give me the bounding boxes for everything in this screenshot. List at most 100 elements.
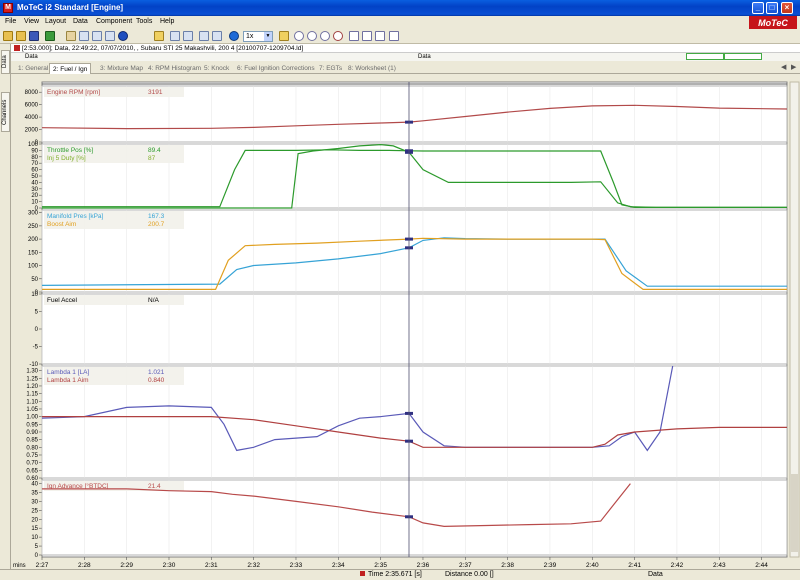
y-tick-label: 0.80	[26, 445, 38, 451]
outing-marker-2[interactable]	[724, 53, 762, 60]
step-forward-icon[interactable]	[183, 31, 193, 41]
minimize-button[interactable]: _	[752, 2, 764, 14]
range-back-icon[interactable]	[199, 31, 209, 41]
menu-view[interactable]: View	[24, 18, 39, 25]
zoom-y-icon[interactable]	[362, 31, 372, 41]
status-bar: Time 2:35.671 [s] Distance 0.00 [] Data	[0, 569, 800, 580]
zoom-out-icon[interactable]	[307, 31, 317, 41]
x-tick-label: 2:34	[332, 562, 345, 569]
panel-ign[interactable]	[41, 479, 788, 556]
close-button[interactable]: ×	[781, 2, 793, 14]
y-tick-label: 30	[31, 499, 38, 505]
y-tick-label: 80	[31, 155, 38, 161]
tab-general[interactable]: 1: General	[15, 63, 51, 74]
time-graph[interactable]: 0 2000 4000 6000 8000 Engine RPM [rpm] 3191 0 10…	[11, 74, 800, 569]
file-info-text: [2:53.000]; Data, 22:49:22, 07/07/2010, …	[22, 45, 304, 52]
tab-mixture-map[interactable]: 3: Mixture Map	[97, 63, 146, 74]
x-tick-label: 2:44	[755, 562, 768, 569]
y-tick-label: 20	[31, 517, 38, 523]
open-recent-icon[interactable]	[16, 31, 26, 41]
y-tick-label: 200	[28, 237, 39, 243]
zoom-select[interactable]: 1x ▼	[243, 31, 273, 42]
tab-knock[interactable]: 5: Knock	[201, 63, 232, 74]
workbook-icon[interactable]	[92, 31, 102, 41]
y-tick-label: 1.15	[26, 392, 38, 398]
list-icon[interactable]	[105, 31, 115, 41]
y-tick-label: 1.20	[26, 384, 38, 390]
menu-help[interactable]: Help	[160, 18, 174, 25]
y-tick-label: 60	[31, 168, 38, 174]
motec-logo: MoTeC	[749, 16, 797, 30]
zoom-select-value: 1x	[246, 33, 254, 40]
y-tick-label: 0.75	[26, 453, 38, 459]
y-tick-label: 1.10	[26, 399, 38, 405]
status-distance: Distance 0.00 []	[445, 571, 494, 578]
zoom-range-icon[interactable]	[320, 31, 330, 41]
y-tick-label: 40	[31, 482, 38, 488]
title-bar: M MoTeC i2 Standard [Engine] _ □ ×	[0, 0, 800, 16]
layout-icon[interactable]	[154, 31, 164, 41]
y-tick-label: 10	[31, 535, 38, 541]
outing-marker-1[interactable]	[686, 53, 724, 60]
tab-rpm-histogram[interactable]: 4: RPM Histogram	[145, 63, 204, 74]
menu-bar: File View Layout Data Component Tools He…	[0, 16, 800, 28]
tab-scroll-left-icon[interactable]: ◀	[781, 63, 786, 71]
x-tick-label: 2:31	[205, 562, 218, 569]
toolbar: 1x ▼	[0, 29, 800, 44]
maximize-button[interactable]: □	[766, 2, 778, 14]
x-tick-label: 2:40	[586, 562, 599, 569]
y-tick-label: 25	[31, 508, 38, 514]
side-tab-channels[interactable]: Channels	[1, 92, 10, 132]
y-tick-label: 70	[31, 161, 38, 167]
y-tick-label: 150	[28, 250, 39, 256]
legend-value: 87	[148, 155, 156, 162]
print-icon[interactable]	[279, 31, 289, 41]
tab-egts[interactable]: 7: EGTs	[316, 63, 345, 74]
menu-tools[interactable]: Tools	[136, 18, 152, 25]
y-tick-label: 4000	[25, 115, 39, 121]
app-icon[interactable]: M	[3, 3, 13, 13]
range-forward-icon[interactable]	[212, 31, 222, 41]
x-tick-label: 2:43	[713, 562, 726, 569]
legend-label: Manifold Pres [kPa]	[47, 213, 104, 220]
x-tick-label: 2:29	[120, 562, 133, 569]
menu-component[interactable]: Component	[96, 18, 132, 25]
y-tick-label: 35	[31, 491, 38, 497]
legend-value: N/A	[148, 297, 160, 304]
time-marker-icon	[360, 571, 365, 578]
tab-scroll-right-icon[interactable]: ▶	[791, 63, 796, 71]
tab-fuel-ignition-corrections[interactable]: 6: Fuel Ignition Corrections	[234, 63, 318, 74]
zoom-reset-icon[interactable]	[333, 31, 343, 41]
chevron-down-icon[interactable]: ▼	[264, 32, 272, 41]
menu-file[interactable]: File	[5, 18, 16, 25]
open-icon[interactable]	[3, 31, 13, 41]
legend-value: 21.4	[148, 483, 161, 490]
import-icon[interactable]	[45, 31, 55, 41]
legend-value: 89.4	[148, 147, 161, 154]
zoom-fit-icon[interactable]	[375, 31, 385, 41]
menu-layout[interactable]: Layout	[45, 18, 66, 25]
save-icon[interactable]	[29, 31, 39, 41]
zoom-x-icon[interactable]	[349, 31, 359, 41]
fit-width-icon[interactable]	[389, 31, 399, 41]
zoom-in-icon[interactable]	[294, 31, 304, 41]
y-tick-label: 2000	[25, 128, 39, 134]
y-tick-label: 100	[28, 142, 39, 148]
menu-data[interactable]: Data	[73, 18, 88, 25]
scrollbar-thumb[interactable]	[791, 474, 798, 552]
y-tick-label: 0.90	[26, 430, 38, 436]
info-icon[interactable]	[118, 31, 128, 41]
side-tab-data[interactable]: Data	[1, 50, 10, 74]
time-graph-canvas[interactable]: 02000400060008000 Engine RPM [rpm] 3191010…	[11, 74, 800, 569]
data-label-middle: Data	[418, 54, 431, 60]
tab-fuel-ign[interactable]: 2: Fuel / Ign	[49, 63, 92, 74]
tab-worksheet[interactable]: 8: Worksheet (1)	[345, 63, 399, 74]
window-title: MoTeC i2 Standard [Engine]	[17, 3, 124, 12]
step-back-icon[interactable]	[170, 31, 180, 41]
data-range-bar[interactable]: Data Data	[11, 53, 800, 61]
details-icon[interactable]	[79, 31, 89, 41]
play-icon[interactable]	[229, 31, 239, 41]
y-tick-label: 50	[31, 174, 38, 180]
file-info-bar: [2:53.000]; Data, 22:49:22, 07/07/2010, …	[11, 44, 800, 53]
properties-icon[interactable]	[66, 31, 76, 41]
